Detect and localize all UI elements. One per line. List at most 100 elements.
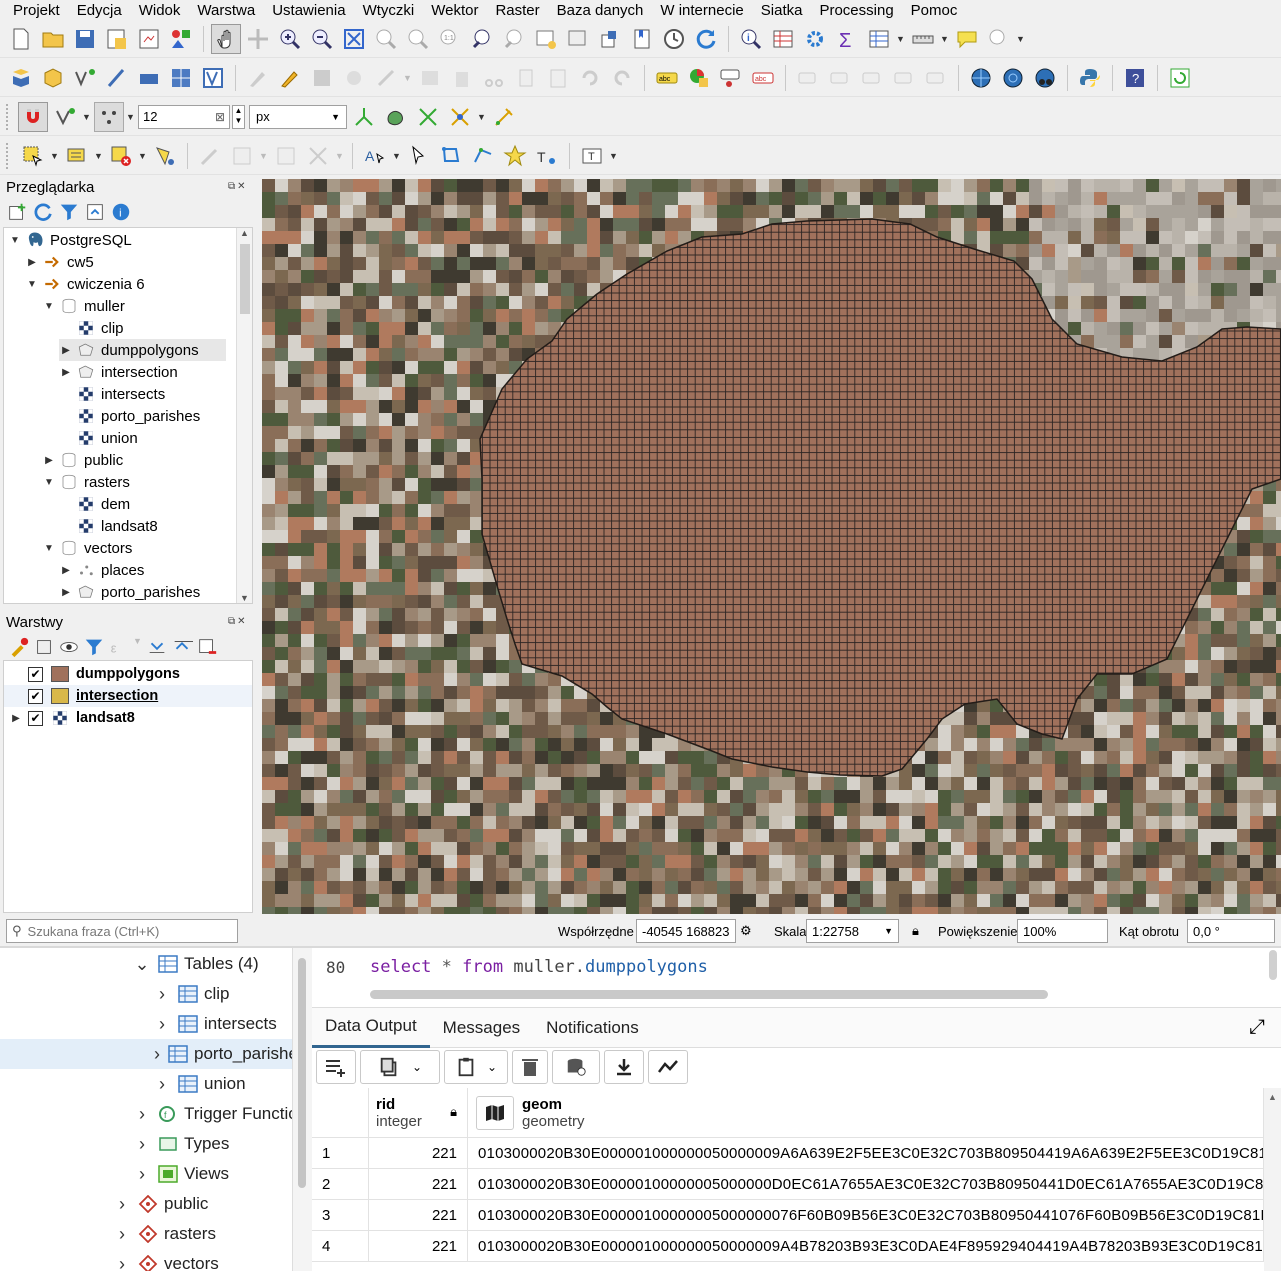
expanded-arrow-icon[interactable]: ▼ bbox=[8, 235, 22, 246]
pg-tree-item[interactable]: ›clip bbox=[154, 979, 230, 1009]
tolerance-spinner[interactable]: ▲▼ bbox=[232, 105, 245, 129]
layer-row[interactable]: ✔dumppolygons bbox=[4, 663, 252, 685]
label-properties-icon[interactable] bbox=[921, 63, 951, 93]
toggle-editing-icon[interactable] bbox=[275, 63, 305, 93]
coords-field[interactable]: -40545 168823 bbox=[636, 919, 736, 943]
row-number[interactable]: 3 bbox=[312, 1200, 369, 1230]
browser-item[interactable]: ▶places bbox=[59, 559, 144, 581]
snap-layers-icon[interactable] bbox=[50, 102, 80, 132]
layer-symbol-swatch[interactable] bbox=[51, 688, 69, 704]
add-layer-icon[interactable] bbox=[6, 201, 28, 223]
graph-visualiser-icon[interactable] bbox=[648, 1050, 688, 1084]
cell-geom[interactable]: 0103000020B30E00000100000005000000D0EC61… bbox=[468, 1169, 1264, 1199]
browser-item[interactable]: ▶intersection bbox=[59, 361, 178, 383]
open-project-icon[interactable] bbox=[38, 24, 68, 54]
expand-all-icon[interactable] bbox=[146, 636, 168, 658]
label-pin-icon[interactable] bbox=[716, 63, 746, 93]
menu-pomoc[interactable]: Pomoc bbox=[902, 2, 966, 19]
style-manager-icon[interactable] bbox=[166, 24, 196, 54]
identify-icon[interactable]: i bbox=[736, 24, 766, 54]
clock-icon[interactable] bbox=[659, 24, 689, 54]
reshape-icon[interactable] bbox=[227, 141, 257, 171]
print-layout-icon[interactable] bbox=[134, 24, 164, 54]
snapping-options-icon[interactable] bbox=[489, 102, 519, 132]
menu-wtyczki[interactable]: Wtyczki bbox=[354, 2, 423, 19]
offset-curve-icon[interactable] bbox=[271, 141, 301, 171]
expanded-arrow-icon[interactable]: ▼ bbox=[42, 477, 56, 488]
scroll-up-icon[interactable]: ▲ bbox=[240, 228, 249, 238]
plugins-refresh-icon[interactable] bbox=[1165, 63, 1195, 93]
raster-layer-icon[interactable] bbox=[51, 709, 69, 727]
remove-layer-icon[interactable] bbox=[196, 636, 218, 658]
query-editor[interactable]: 80 select * from muller.dumppolygons bbox=[312, 948, 1281, 1008]
label-move-icon[interactable] bbox=[793, 63, 823, 93]
browser-item[interactable]: landsat8 bbox=[59, 515, 158, 537]
cell-geom[interactable]: 0103000020B30E000001000000050000009A4B78… bbox=[468, 1231, 1264, 1261]
scroll-down-icon[interactable]: ▼ bbox=[240, 593, 249, 603]
browser-item[interactable]: ▶dumppolygons bbox=[59, 339, 226, 361]
help-icon[interactable]: ? bbox=[1120, 63, 1150, 93]
chevron-right-icon[interactable]: › bbox=[134, 1134, 150, 1155]
zoom-layer-icon[interactable] bbox=[403, 24, 433, 54]
layer-expand-icon[interactable]: ▶ bbox=[4, 713, 28, 724]
menu-siatka[interactable]: Siatka bbox=[752, 2, 811, 19]
tracing-icon[interactable] bbox=[445, 102, 475, 132]
add-marker-annotation-icon[interactable] bbox=[500, 141, 530, 171]
menu-ustawienia[interactable]: Ustawienia bbox=[263, 2, 353, 19]
zoom-native-icon[interactable]: 1:1 bbox=[435, 24, 465, 54]
pg-tree-item[interactable]: ›vectors bbox=[114, 1249, 219, 1271]
editor-vscrollbar[interactable] bbox=[1269, 950, 1277, 980]
snap-self-icon[interactable] bbox=[413, 102, 443, 132]
browser-item[interactable]: ▼PostgreSQL bbox=[8, 229, 132, 251]
cell-rid[interactable]: 221 bbox=[369, 1169, 468, 1199]
pg-tree-item[interactable]: ›Views bbox=[134, 1159, 229, 1189]
snapping-tolerance-input[interactable]: 12⊠ bbox=[138, 105, 230, 129]
wfs-globe-icon[interactable] bbox=[998, 63, 1028, 93]
scale-select[interactable]: 1:22758▼ bbox=[806, 919, 899, 943]
undo-icon[interactable] bbox=[575, 63, 605, 93]
pg-tree-item[interactable]: ›rasters bbox=[114, 1219, 216, 1249]
add-feature-icon[interactable] bbox=[339, 63, 369, 93]
grid-scrollbar[interactable]: ▲ bbox=[1264, 1088, 1281, 1271]
save-as-icon[interactable] bbox=[102, 24, 132, 54]
collapse-all-icon[interactable] bbox=[84, 201, 106, 223]
pg-tree-item[interactable]: ›union bbox=[154, 1069, 246, 1099]
editor-hscrollbar[interactable] bbox=[370, 990, 1048, 999]
measure-ruler-icon[interactable] bbox=[908, 24, 938, 54]
label-show-icon[interactable] bbox=[825, 63, 855, 93]
browser-item[interactable]: ▶public bbox=[42, 449, 123, 471]
filter-icon[interactable] bbox=[58, 201, 80, 223]
add-raster-icon[interactable] bbox=[166, 63, 196, 93]
layer-visibility-checkbox[interactable]: ✔ bbox=[28, 667, 43, 682]
layer-visibility-checkbox[interactable]: ✔ bbox=[28, 689, 43, 704]
menu-raster[interactable]: Raster bbox=[486, 2, 547, 19]
expanded-arrow-icon[interactable]: ▼ bbox=[42, 301, 56, 312]
zoom-next-icon[interactable] bbox=[499, 24, 529, 54]
text-format-icon[interactable]: T bbox=[577, 141, 607, 171]
chevron-right-icon[interactable]: › bbox=[154, 1044, 160, 1065]
tab-messages[interactable]: Messages bbox=[430, 1008, 533, 1048]
lock-icon[interactable]: 🔒︎ bbox=[912, 923, 919, 939]
collapsed-arrow-icon[interactable]: ▶ bbox=[25, 257, 39, 268]
cell-geom[interactable]: 0103000020B30E000001000000050000009A6A63… bbox=[468, 1138, 1264, 1168]
show-bookmarks-icon[interactable] bbox=[563, 24, 593, 54]
layer-symbol-swatch[interactable] bbox=[51, 666, 69, 682]
chevron-right-icon[interactable]: › bbox=[154, 1074, 170, 1095]
row-number[interactable]: 2 bbox=[312, 1169, 369, 1199]
filter-legend-icon[interactable] bbox=[83, 636, 105, 658]
pg-tree-item[interactable]: ›porto_parishes bbox=[0, 1039, 292, 1069]
select-features-icon[interactable] bbox=[18, 141, 48, 171]
cell-rid[interactable]: 221 bbox=[369, 1231, 468, 1261]
snapping-magnet-icon[interactable] bbox=[18, 102, 48, 132]
chevron-right-icon[interactable]: › bbox=[114, 1224, 130, 1245]
virtual-layer-icon[interactable] bbox=[134, 63, 164, 93]
menu-widok[interactable]: Widok bbox=[130, 2, 189, 19]
scroll-up-icon[interactable]: ▲ bbox=[1268, 1092, 1277, 1102]
add-line-annotation-icon[interactable] bbox=[468, 141, 498, 171]
chevron-right-icon[interactable]: › bbox=[114, 1194, 130, 1215]
add-text-annotation-icon[interactable]: T bbox=[532, 141, 562, 171]
select-by-value-icon[interactable] bbox=[62, 141, 92, 171]
rotation-field[interactable]: 0,0 ° bbox=[1187, 919, 1275, 943]
label-abc-icon[interactable]: abc bbox=[652, 63, 682, 93]
chevron-right-icon[interactable]: › bbox=[154, 1014, 170, 1035]
